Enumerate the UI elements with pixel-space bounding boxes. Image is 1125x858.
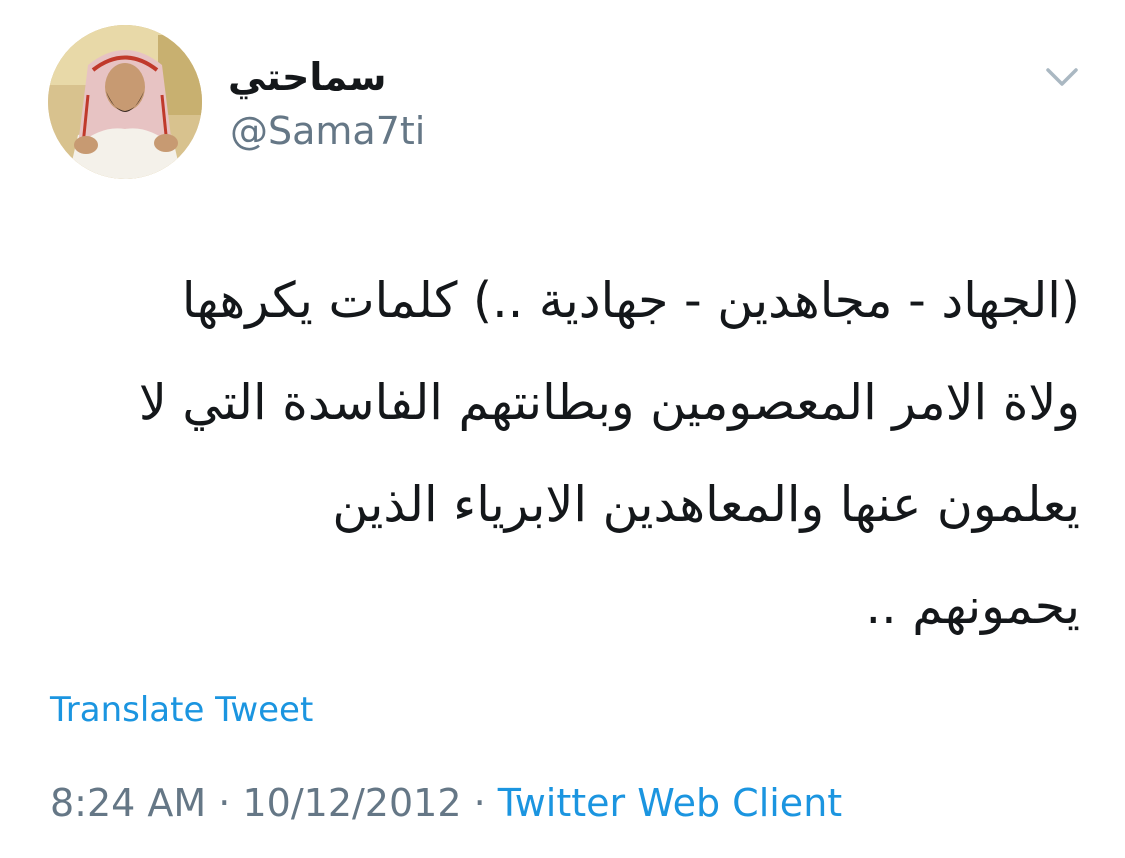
meta-separator: · [218,781,231,825]
tweet-date[interactable]: 10/12/2012 [242,781,461,825]
client-link[interactable]: Twitter Web Client [498,781,842,825]
display-name[interactable]: سماحتي [228,52,386,102]
tweet-text: (الجهاد - مجاهدين - جهادية ..) كلمات يكر… [138,272,1080,635]
translate-tweet-link[interactable]: Translate Tweet [50,688,313,732]
tweet-time[interactable]: 8:24 AM [50,781,206,825]
avatar-image [48,25,202,179]
avatar[interactable] [48,25,202,179]
meta-separator: · [473,781,486,825]
chevron-down-icon[interactable] [1040,58,1084,94]
user-handle[interactable]: @Sama7ti [230,108,425,154]
tweet-meta: 8:24 AM · 10/12/2012 · Twitter Web Clien… [50,778,842,828]
